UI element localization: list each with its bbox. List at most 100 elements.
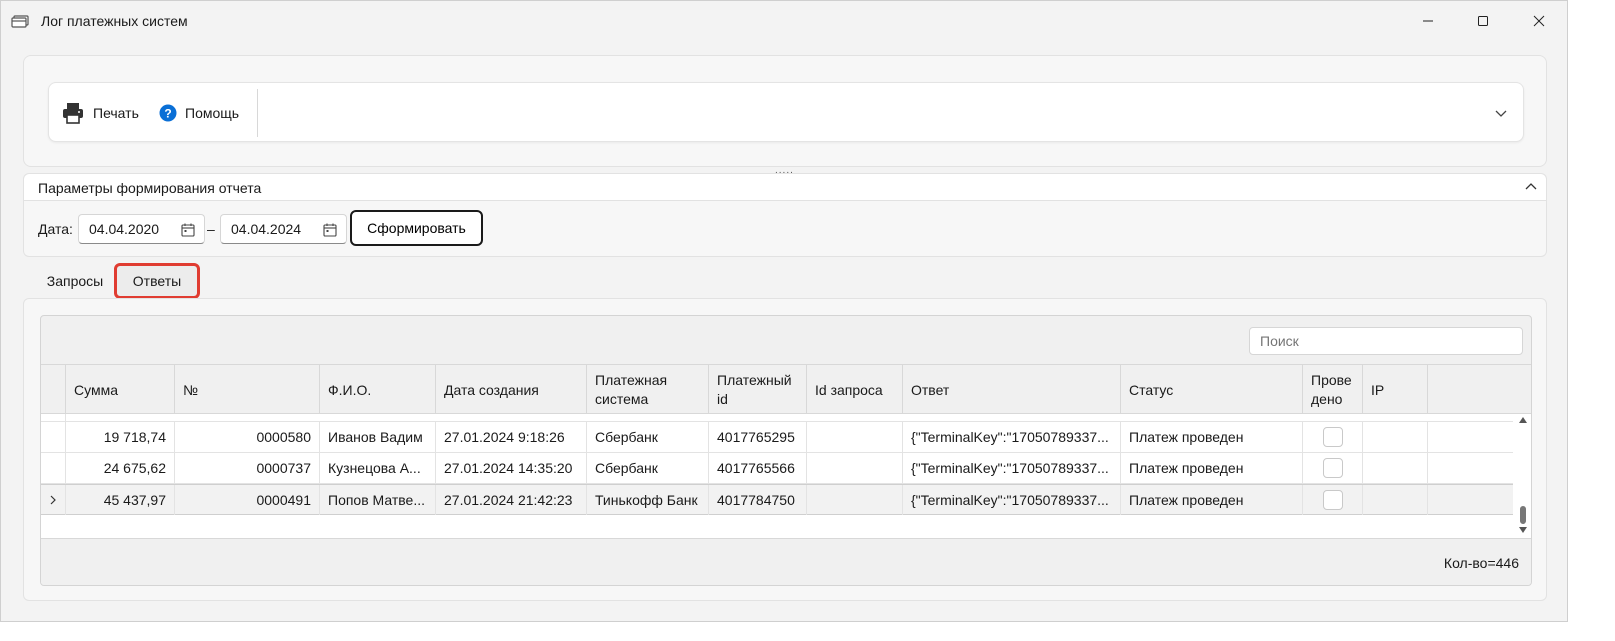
cell-status: Платеж проведен bbox=[1120, 453, 1302, 483]
header-filler bbox=[1427, 365, 1531, 415]
grid-header: Сумма № Ф.И.О. Дата создания Платежная с… bbox=[41, 364, 1531, 415]
date-from-input[interactable]: 04.04.2020 bbox=[78, 214, 205, 244]
grid-panel: Сумма № Ф.И.О. Дата создания Платежная с… bbox=[23, 298, 1547, 601]
processed-checkbox[interactable] bbox=[1322, 427, 1343, 447]
window-title: Лог платежных систем bbox=[41, 13, 188, 29]
table-row-selected[interactable]: 45 437,97 0000491 Попов Матве... 27.01.2… bbox=[41, 484, 1513, 515]
help-button[interactable]: ? Помощь bbox=[159, 97, 239, 129]
cell-ip bbox=[1362, 422, 1427, 452]
maximize-button[interactable] bbox=[1456, 1, 1510, 41]
date-to-value: 04.04.2024 bbox=[231, 221, 302, 237]
cell-status: Платеж проведен bbox=[1120, 485, 1302, 515]
cell-created: 27.01.2024 21:42:23 bbox=[435, 485, 586, 515]
search-input[interactable] bbox=[1249, 327, 1523, 355]
minimize-icon bbox=[1423, 20, 1433, 22]
header-request-id[interactable]: Id запроса bbox=[806, 365, 902, 415]
svg-text:?: ? bbox=[164, 107, 171, 121]
cell-payment-system: Сбербанк bbox=[586, 453, 708, 483]
cell-number: 0000580 bbox=[174, 422, 319, 452]
vertical-scrollbar[interactable] bbox=[1513, 414, 1531, 538]
cell-status: Платеж проведен bbox=[1120, 422, 1302, 452]
cell-request-id bbox=[806, 422, 902, 452]
table-row[interactable]: 24 675,62 0000737 Кузнецова А... 27.01.2… bbox=[41, 453, 1513, 484]
cell-response: {"TerminalKey":"17050789337... bbox=[902, 453, 1120, 483]
header-response[interactable]: Ответ bbox=[902, 365, 1120, 415]
title-bar: Лог платежных систем bbox=[1, 1, 1567, 43]
cell-number: 0000491 bbox=[174, 485, 319, 515]
row-indicator bbox=[41, 485, 65, 515]
record-count: Кол-во=446 bbox=[1443, 555, 1519, 571]
toolbar-separator bbox=[257, 89, 258, 137]
cell-processed bbox=[1302, 422, 1362, 452]
cell-payment-id: 4017765566 bbox=[708, 453, 806, 483]
date-from-value: 04.04.2020 bbox=[89, 221, 160, 237]
cell-fio: Попов Матве... bbox=[319, 485, 435, 515]
cell-filler bbox=[1427, 485, 1513, 515]
table-row[interactable]: 19 718,74 0000580 Иванов Вадим 27.01.202… bbox=[41, 422, 1513, 453]
close-icon bbox=[1533, 15, 1545, 27]
cell-processed bbox=[1302, 453, 1362, 483]
header-number[interactable]: № bbox=[174, 365, 319, 415]
tab-answers[interactable]: Ответы bbox=[114, 263, 200, 299]
processed-checkbox[interactable] bbox=[1322, 490, 1343, 510]
cell-sum: 24 675,62 bbox=[65, 453, 174, 483]
header-indicator bbox=[41, 365, 65, 415]
grid-footer: Кол-во=446 bbox=[41, 538, 1531, 585]
chevron-right-icon bbox=[50, 495, 56, 505]
params-title: Параметры формирования отчета bbox=[38, 180, 262, 196]
cell-sum: 19 718,74 bbox=[65, 422, 174, 452]
scrollbar-thumb[interactable] bbox=[1520, 506, 1526, 524]
report-params-panel: Параметры формирования отчета Дата: 04.0… bbox=[23, 173, 1547, 257]
header-fio[interactable]: Ф.И.О. bbox=[319, 365, 435, 415]
cell-payment-id: 4017784750 bbox=[708, 485, 806, 515]
calendar-icon[interactable] bbox=[322, 222, 338, 238]
responses-grid: Сумма № Ф.И.О. Дата создания Платежная с… bbox=[40, 315, 1532, 586]
cell-request-id bbox=[806, 453, 902, 483]
chevron-down-icon[interactable] bbox=[1493, 105, 1509, 121]
header-payment-system[interactable]: Платежная система bbox=[586, 365, 708, 415]
cell-fio: Иванов Вадим bbox=[319, 422, 435, 452]
chevron-up-icon[interactable] bbox=[1524, 180, 1538, 194]
cell-processed bbox=[1302, 485, 1362, 515]
scroll-down-icon[interactable] bbox=[1518, 526, 1528, 534]
help-icon: ? bbox=[159, 104, 177, 122]
cell-filler bbox=[1427, 453, 1513, 483]
table-cell bbox=[65, 414, 174, 421]
close-button[interactable] bbox=[1512, 1, 1566, 41]
header-payment-id[interactable]: Платежный id bbox=[708, 365, 806, 415]
cell-payment-id: 4017765295 bbox=[708, 422, 806, 452]
cell-payment-system: Сбербанк bbox=[586, 422, 708, 452]
cell-response: {"TerminalKey":"17050789337... bbox=[902, 422, 1120, 452]
processed-checkbox[interactable] bbox=[1322, 458, 1343, 478]
header-sum[interactable]: Сумма bbox=[65, 365, 174, 415]
print-label: Печать bbox=[93, 105, 139, 121]
calendar-icon[interactable] bbox=[180, 222, 196, 238]
generate-button[interactable]: Сформировать bbox=[350, 210, 483, 246]
cell-sum: 45 437,97 bbox=[65, 485, 174, 515]
cell-fio: Кузнецова А... bbox=[319, 453, 435, 483]
header-status[interactable]: Статус bbox=[1120, 365, 1302, 415]
help-label: Помощь bbox=[185, 105, 240, 121]
params-header[interactable]: Параметры формирования отчета bbox=[24, 174, 1546, 201]
printer-icon bbox=[63, 103, 83, 124]
toolbar: Печать ? Помощь bbox=[48, 82, 1524, 142]
cell-filler bbox=[1427, 422, 1513, 452]
minimize-button[interactable] bbox=[1401, 1, 1455, 41]
maximize-icon bbox=[1478, 16, 1488, 26]
cell-response: {"TerminalKey":"17050789337... bbox=[902, 485, 1120, 515]
tab-requests[interactable]: Запросы bbox=[37, 263, 113, 299]
cell-ip bbox=[1362, 453, 1427, 483]
cell-created: 27.01.2024 14:35:20 bbox=[435, 453, 586, 483]
header-ip[interactable]: IP bbox=[1362, 365, 1427, 415]
date-to-input[interactable]: 04.04.2024 bbox=[220, 214, 347, 244]
cell-request-id bbox=[806, 485, 902, 515]
main-window: Лог платежных систем Печать ? Помощь ...… bbox=[0, 0, 1568, 622]
cell-number: 0000737 bbox=[174, 453, 319, 483]
header-processed[interactable]: Прове дено bbox=[1302, 365, 1362, 415]
grid-body: 19 718,74 0000580 Иванов Вадим 27.01.202… bbox=[41, 414, 1513, 538]
header-created[interactable]: Дата создания bbox=[435, 365, 586, 415]
print-button[interactable]: Печать bbox=[61, 97, 139, 129]
scroll-up-icon[interactable] bbox=[1518, 416, 1528, 424]
table-row[interactable] bbox=[41, 414, 1513, 422]
date-separator: – bbox=[207, 221, 215, 237]
